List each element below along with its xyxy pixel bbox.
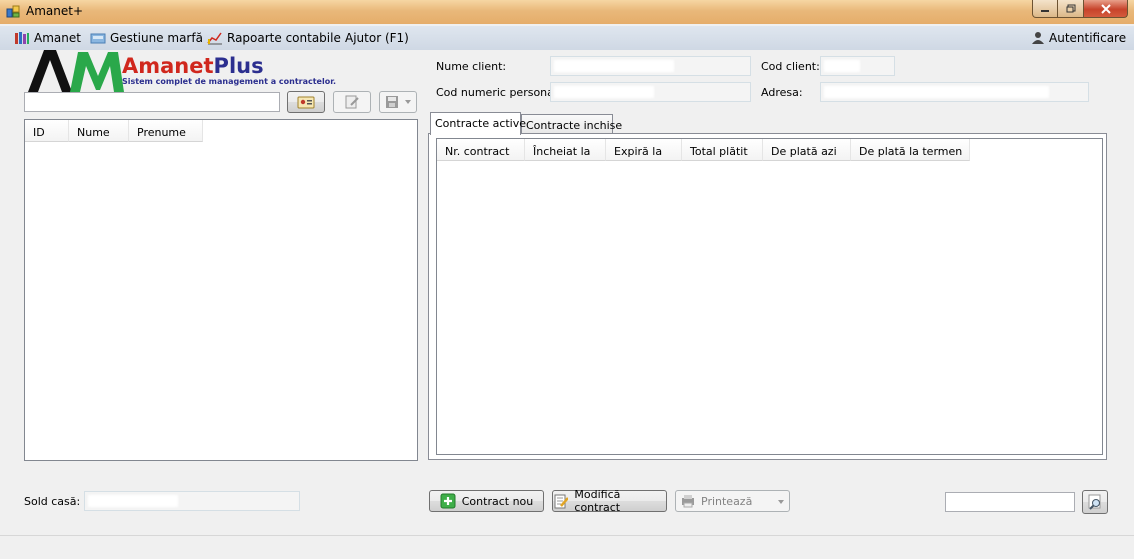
contract-nou-button[interactable]: Contract nou <box>429 490 544 512</box>
column-header-total-platit[interactable]: Total plătit <box>682 139 763 161</box>
client-list-header: ID Nume Prenume <box>25 120 203 142</box>
user-icon <box>1032 32 1044 44</box>
restore-icon <box>1066 4 1075 13</box>
contract-search-input[interactable] <box>945 492 1075 512</box>
column-header-de-plata-azi[interactable]: De plată azi <box>763 139 851 161</box>
sold-casa-label: Sold casă: <box>24 495 81 508</box>
close-button[interactable] <box>1084 0 1128 18</box>
add-icon <box>440 493 456 509</box>
client-list[interactable]: ID Nume Prenume <box>24 119 418 461</box>
menu-rapoarte-contabile[interactable]: Rapoarte contabile <box>207 30 341 46</box>
chevron-down-icon <box>405 100 411 104</box>
am-logo-icon <box>28 50 124 92</box>
column-header-incheiat-la[interactable]: Încheiat la <box>525 139 606 161</box>
logo: AmanetPlus Sistem complet de management … <box>26 50 336 94</box>
minimize-button[interactable] <box>1032 0 1058 18</box>
adresa-field <box>820 82 1089 102</box>
title-bar: Amanet+ <box>0 0 1134 24</box>
sold-casa-field <box>84 491 300 511</box>
window-title: Amanet+ <box>26 4 83 18</box>
client-search-input[interactable] <box>24 92 280 112</box>
contract-search-button[interactable] <box>1082 490 1108 514</box>
menu-bar: Amanet Gestiune marfă Rapoarte contabile… <box>0 26 1134 50</box>
tab-contracte-active[interactable]: Contracte active <box>430 112 526 135</box>
menu-amanet[interactable]: Amanet <box>14 30 81 46</box>
edit-client-button[interactable] <box>333 91 371 113</box>
chart-icon <box>207 32 222 45</box>
column-header-nume[interactable]: Nume <box>69 120 129 142</box>
cod-client-label: Cod client: <box>761 60 820 73</box>
edit-icon <box>345 95 359 109</box>
chevron-down-icon <box>778 500 784 504</box>
tab-contracte-inchise[interactable]: Contracte inchise <box>521 114 622 135</box>
save-client-button[interactable] <box>379 91 417 113</box>
nume-client-field <box>550 56 751 76</box>
id-card-icon <box>297 96 315 109</box>
column-header-de-plata-la-termen[interactable]: De plată la termen <box>851 139 970 161</box>
contracts-list[interactable]: Nr. contract Încheiat la Expiră la Total… <box>436 138 1103 455</box>
brand-amanet: Amanet <box>122 54 214 78</box>
maximize-button[interactable] <box>1058 0 1084 18</box>
contracts-list-header: Nr. contract Încheiat la Expiră la Total… <box>437 139 970 161</box>
cnp-field <box>550 82 751 102</box>
client-search-button[interactable] <box>287 91 325 113</box>
brand-plus: Plus <box>213 54 264 78</box>
nume-client-label: Nume client: <box>436 60 507 73</box>
contracts-tab-page: Nr. contract Încheiat la Expiră la Total… <box>428 133 1107 460</box>
save-icon <box>386 96 398 108</box>
modifica-contract-button[interactable]: Modifică contract <box>552 488 667 514</box>
column-header-id[interactable]: ID <box>25 120 69 142</box>
adresa-label: Adresa: <box>761 86 803 99</box>
close-icon <box>1100 3 1111 14</box>
column-header-expira-la[interactable]: Expiră la <box>606 139 682 161</box>
menu-autentificare[interactable]: Autentificare <box>1031 30 1126 46</box>
cod-client-field <box>820 56 895 76</box>
menu-gestiune-marfa[interactable]: Gestiune marfă <box>90 30 203 46</box>
logo-tagline: Sistem complet de management a contracte… <box>122 77 337 86</box>
edit-document-icon <box>554 494 569 509</box>
menu-ajutor[interactable]: Ajutor (F1) <box>345 30 409 46</box>
printer-icon <box>682 495 694 508</box>
printeaza-dropdown[interactable]: Printează <box>675 490 790 512</box>
search-icon <box>1088 494 1101 510</box>
minimize-icon <box>1041 9 1049 12</box>
books-icon <box>15 32 29 44</box>
app-icon <box>6 5 20 18</box>
column-header-prenume[interactable]: Prenume <box>129 120 203 142</box>
inventory-icon <box>90 33 106 44</box>
status-bar <box>0 535 1134 559</box>
cnp-label: Cod numeric personal: <box>436 86 561 99</box>
column-header-nr-contract[interactable]: Nr. contract <box>437 139 525 161</box>
